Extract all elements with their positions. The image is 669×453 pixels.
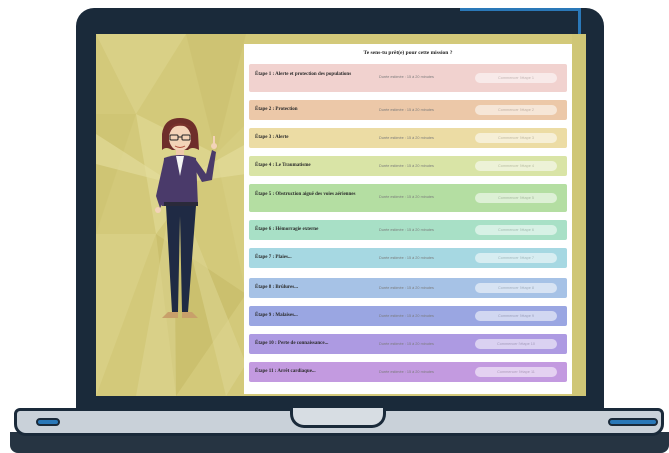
instructor-character-illustration (155, 118, 217, 318)
step-row-2: Étape 2 : Protection Durée estimée : 15 … (249, 100, 567, 120)
start-step-1-button[interactable]: Commencer l'étape 1 (475, 73, 557, 83)
step-duration: Durée estimée : 15 à 20 minutes (379, 164, 434, 168)
step-row-1: Étape 1 : Alerte et protection des popul… (249, 64, 567, 92)
step-duration: Durée estimée : 15 à 20 minutes (379, 314, 434, 318)
step-title: Étape 11 : Arrêt cardiaque... (255, 369, 316, 374)
power-indicator-icon (36, 418, 60, 426)
mission-question-heading: Te sens-tu prêt(e) pour cette mission ? (363, 50, 453, 56)
start-step-7-button[interactable]: Commencer l'étape 7 (475, 253, 557, 263)
step-row-5: Étape 5 : Obstruction aiguë des voies aé… (249, 184, 567, 212)
step-row-11: Étape 11 : Arrêt cardiaque... Durée esti… (249, 362, 567, 382)
step-row-6: Étape 6 : Hémorragie externe Durée estim… (249, 220, 567, 240)
laptop-screen: Te sens-tu prêt(e) pour cette mission ? … (96, 34, 586, 396)
step-title: Étape 8 : Brûlures... (255, 285, 298, 290)
step-title: Étape 4 : Le Traumatisme (255, 163, 311, 168)
step-duration: Durée estimée : 15 à 20 minutes (379, 256, 434, 260)
start-step-10-button[interactable]: Commencer l'étape 10 (475, 339, 557, 349)
step-duration: Durée estimée : 15 à 20 minutes (379, 342, 434, 346)
step-title: Étape 5 : Obstruction aiguë des voies aé… (255, 192, 356, 197)
step-title: Étape 9 : Malaises... (255, 313, 298, 318)
step-duration: Durée estimée : 15 à 20 minutes (379, 228, 434, 232)
step-row-8: Étape 8 : Brûlures... Durée estimée : 15… (249, 278, 567, 298)
step-duration: Durée estimée : 15 à 20 minutes (379, 136, 434, 140)
course-steps-panel: Te sens-tu prêt(e) pour cette mission ? … (244, 44, 572, 394)
step-row-3: Étape 3 : Alerte Durée estimée : 15 à 20… (249, 128, 567, 148)
step-duration: Durée estimée : 15 à 20 minutes (379, 75, 434, 79)
start-step-4-button[interactable]: Commencer l'étape 4 (475, 161, 557, 171)
step-row-10: Étape 10 : Perte de connaissance... Duré… (249, 334, 567, 354)
start-step-2-button[interactable]: Commencer l'étape 2 (475, 105, 557, 115)
step-title: Étape 7 : Plaies... (255, 255, 292, 260)
frame-accent-line (460, 8, 580, 11)
start-step-11-button[interactable]: Commencer l'étape 11 (475, 367, 557, 377)
status-indicator-icon (608, 418, 658, 426)
start-step-3-button[interactable]: Commencer l'étape 3 (475, 133, 557, 143)
start-step-6-button[interactable]: Commencer l'étape 6 (475, 225, 557, 235)
start-step-5-button[interactable]: Commencer l'étape 5 (475, 193, 557, 203)
step-row-7: Étape 7 : Plaies... Durée estimée : 15 à… (249, 248, 567, 268)
step-duration: Durée estimée : 15 à 20 minutes (379, 195, 434, 199)
frame-accent-line-vertical (578, 8, 581, 34)
laptop-hinge-notch (290, 408, 386, 428)
step-title: Étape 10 : Perte de connaissance... (255, 341, 329, 346)
step-title: Étape 6 : Hémorragie externe (255, 227, 319, 232)
start-step-8-button[interactable]: Commencer l'étape 8 (475, 283, 557, 293)
step-duration: Durée estimée : 15 à 20 minutes (379, 108, 434, 112)
step-duration: Durée estimée : 15 à 20 minutes (379, 370, 434, 374)
step-title: Étape 1 : Alerte et protection des popul… (255, 72, 352, 77)
start-step-9-button[interactable]: Commencer l'étape 9 (475, 311, 557, 321)
step-row-4: Étape 4 : Le Traumatisme Durée estimée :… (249, 156, 567, 176)
step-title: Étape 3 : Alerte (255, 135, 289, 140)
step-title: Étape 2 : Protection (255, 107, 298, 112)
step-duration: Durée estimée : 15 à 20 minutes (379, 286, 434, 290)
step-row-9: Étape 9 : Malaises... Durée estimée : 15… (249, 306, 567, 326)
